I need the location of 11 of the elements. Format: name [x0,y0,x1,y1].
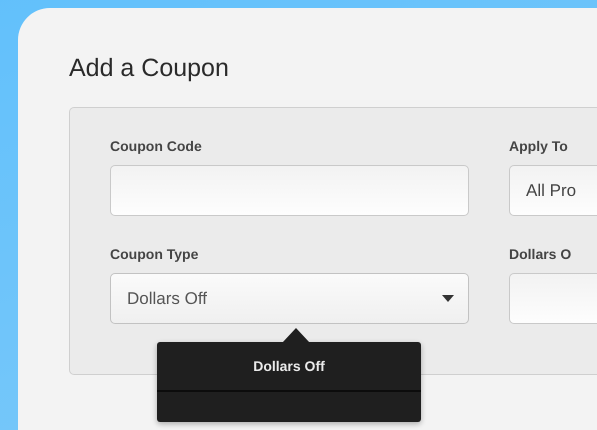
field-label: Coupon Code [110,138,203,154]
input-field[interactable] [509,273,597,324]
input-field[interactable] [110,165,469,216]
field-label: Dollars O [509,246,572,262]
coupon-type-select[interactable]: Dollars Off [110,273,469,324]
input-field[interactable]: All Pro [509,165,597,216]
page-title: Add a Coupon [69,53,230,84]
field-label: Coupon Type [110,246,200,262]
field-label: Apply To [509,138,569,154]
dropdown-item[interactable]: Dollars Off [157,342,421,392]
caret-icon [442,295,454,302]
